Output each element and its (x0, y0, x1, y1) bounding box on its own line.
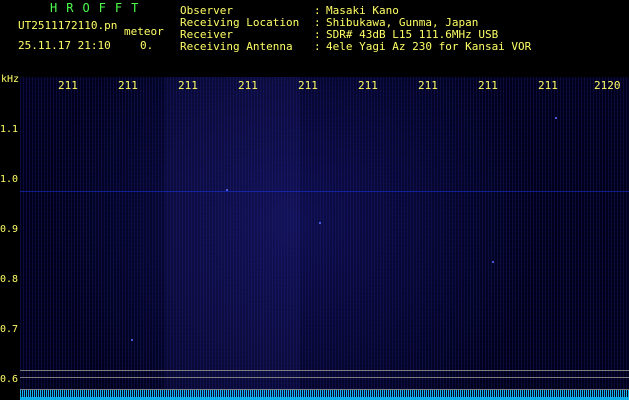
location-row: Receiving Location : Shibukawa, Gunma, J… (180, 16, 531, 29)
frequency-unit: kHz (1, 74, 20, 85)
signal-band (285, 77, 300, 400)
x-tick: 211 (178, 79, 198, 92)
signal-band (165, 77, 285, 400)
x-tick: 2120 (594, 79, 621, 92)
receiver-row: Receiver : SDR# 43dB L15 111.6MHz USB (180, 28, 531, 41)
x-tick: 211 (298, 79, 318, 92)
noise-floor (20, 390, 629, 400)
x-tick: 211 (238, 79, 258, 92)
signal-dot (226, 189, 228, 191)
y-tick: 0.6 (0, 374, 19, 385)
station-info: Observer : Masaki Kano Receiving Locatio… (180, 4, 532, 53)
observer-row: Observer : Masaki Kano (180, 4, 531, 17)
header-left-panel: HROFFT UT2511172110.pn meteor 25.11.17 2… (0, 0, 170, 60)
mode-label: meteor (124, 25, 164, 38)
datetime: 25.11.17 21:10 (18, 39, 111, 52)
antenna-row: Receiving Antenna : 4ele Yagi Az 230 for… (180, 39, 532, 53)
reference-line (20, 377, 629, 378)
y-tick: 0.8 (0, 274, 19, 285)
file-name: UT2511172110.pn (18, 19, 118, 32)
spectrogram-plot (20, 77, 629, 400)
reference-line (20, 370, 629, 371)
x-tick: 211 (118, 79, 138, 92)
signal-dot (131, 339, 133, 341)
antenna-label: Receiving Antenna (180, 39, 293, 53)
y-tick: 0.9 (0, 224, 19, 235)
colon: : (314, 39, 321, 53)
antenna-value: 4ele Yagi Az 230 for Kansai VOR (326, 39, 532, 53)
x-tick: 211 (418, 79, 438, 92)
y-tick: 1.0 (0, 174, 19, 185)
x-tick: 211 (478, 79, 498, 92)
frequency-line (20, 191, 629, 192)
signal-dot (492, 261, 494, 263)
signal-dot (555, 117, 557, 119)
x-tick: 211 (538, 79, 558, 92)
count-label: 0. (140, 39, 154, 52)
signal-dot (319, 222, 321, 224)
y-tick: 1.1 (0, 124, 19, 135)
x-tick: 211 (58, 79, 78, 92)
y-tick: 0.7 (0, 324, 19, 335)
x-tick: 211 (358, 79, 378, 92)
app-title: HROFFT (50, 1, 148, 15)
